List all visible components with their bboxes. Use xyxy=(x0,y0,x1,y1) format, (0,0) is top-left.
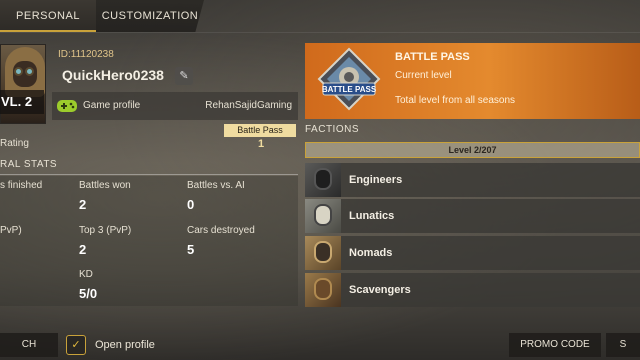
portrait-head xyxy=(314,241,332,263)
faction-row-engineers[interactable]: Engineers xyxy=(305,163,640,197)
watch-profile-button[interactable]: CH PROFILE xyxy=(0,333,58,357)
current-level-label: Current level xyxy=(395,70,452,81)
game-profile-account: RehanSajidGaming xyxy=(205,100,292,111)
stat-cell: Top 3 (PvP) 2 xyxy=(79,221,179,261)
rating-label: Rating xyxy=(0,138,29,149)
stat-label: KD xyxy=(79,269,93,280)
battle-pass-title: BATTLE PASS xyxy=(395,51,470,63)
pencil-icon: ✎ xyxy=(179,70,189,82)
avatar-goggle xyxy=(14,67,23,76)
portrait-head xyxy=(314,168,332,190)
faction-row-lunatics[interactable]: Lunatics xyxy=(305,199,640,233)
stats-header: RAL STATS xyxy=(0,159,298,175)
top-tab-bar: PERSONAL CUSTOMIZATION xyxy=(0,0,640,34)
promo-code-button[interactable]: PROMO CODE xyxy=(509,333,601,357)
gamepad-icon xyxy=(57,100,77,112)
game-profile-label: Game profile xyxy=(83,100,141,111)
stat-label: Cars destroyed xyxy=(187,225,255,236)
engineers-portrait xyxy=(305,163,341,197)
player-id: ID:11120238 xyxy=(58,49,114,60)
clock-check-icon: ✓ xyxy=(66,335,86,355)
faction-name: Nomads xyxy=(349,247,393,259)
stat-label: PvP) xyxy=(0,225,22,236)
faction-row-nomads[interactable]: Nomads xyxy=(305,236,640,270)
nomads-portrait xyxy=(305,236,341,270)
stat-value: 0 xyxy=(187,197,195,212)
lunatics-portrait xyxy=(305,199,341,233)
faction-name: Scavengers xyxy=(349,284,411,296)
stats-grid: s finished Battles won 2 Battles vs. AI … xyxy=(0,176,298,306)
total-level-label: Total level from all seasons xyxy=(395,95,516,106)
stat-value: 2 xyxy=(79,197,87,212)
avatar-goggle xyxy=(25,67,34,76)
stat-cell: Cars destroyed 5 xyxy=(187,221,287,261)
faction-level-text: Level 2/207 xyxy=(448,145,497,155)
player-name: QuickHero0238 xyxy=(62,67,164,83)
battle-pass-logo-text: BATTLE PASS xyxy=(322,85,377,94)
edge-button[interactable]: S xyxy=(606,333,640,357)
stat-cell: Battles vs. AI 0 xyxy=(187,176,287,216)
battle-pass-logo: BATTLE PASS xyxy=(317,47,381,111)
factions-title: FACTIONS xyxy=(305,124,360,135)
player-level: VL. 2 xyxy=(0,90,44,114)
rating-row: Rating Battle Pass 1 xyxy=(0,124,298,154)
stat-cell: KD 5/0 xyxy=(79,265,179,305)
tab-personal[interactable]: PERSONAL xyxy=(0,0,96,32)
faction-row-scavengers[interactable]: Scavengers xyxy=(305,273,640,307)
faction-name: Lunatics xyxy=(349,210,395,222)
stat-value: 2 xyxy=(79,242,87,257)
faction-name: Engineers xyxy=(349,174,403,186)
stat-value: 5 xyxy=(187,242,195,257)
faction-level-bar: Level 2/207 xyxy=(305,142,640,158)
portrait-head xyxy=(314,278,332,300)
open-profile-label: Open profile xyxy=(95,339,155,351)
divider xyxy=(0,32,640,33)
scavengers-portrait xyxy=(305,273,341,307)
stat-label: Top 3 (PvP) xyxy=(79,225,132,236)
stat-label: s finished xyxy=(0,180,43,191)
battle-pass-banner[interactable]: BATTLE PASS BATTLE PASS Current level To… xyxy=(305,43,640,119)
stat-cell: Battles won 2 xyxy=(79,176,179,216)
tab-customization[interactable]: CUSTOMIZATION xyxy=(96,0,204,32)
portrait-head xyxy=(314,204,332,226)
edit-name-button[interactable]: ✎ xyxy=(175,67,193,85)
stat-value: 5/0 xyxy=(79,286,98,301)
game-profile-row[interactable]: Game profile RehanSajidGaming xyxy=(52,92,298,120)
stat-label: Battles won xyxy=(79,180,131,191)
rating-value: 1 xyxy=(258,138,265,150)
stat-label: Battles vs. AI xyxy=(187,180,245,191)
battle-pass-badge: Battle Pass xyxy=(224,124,296,137)
